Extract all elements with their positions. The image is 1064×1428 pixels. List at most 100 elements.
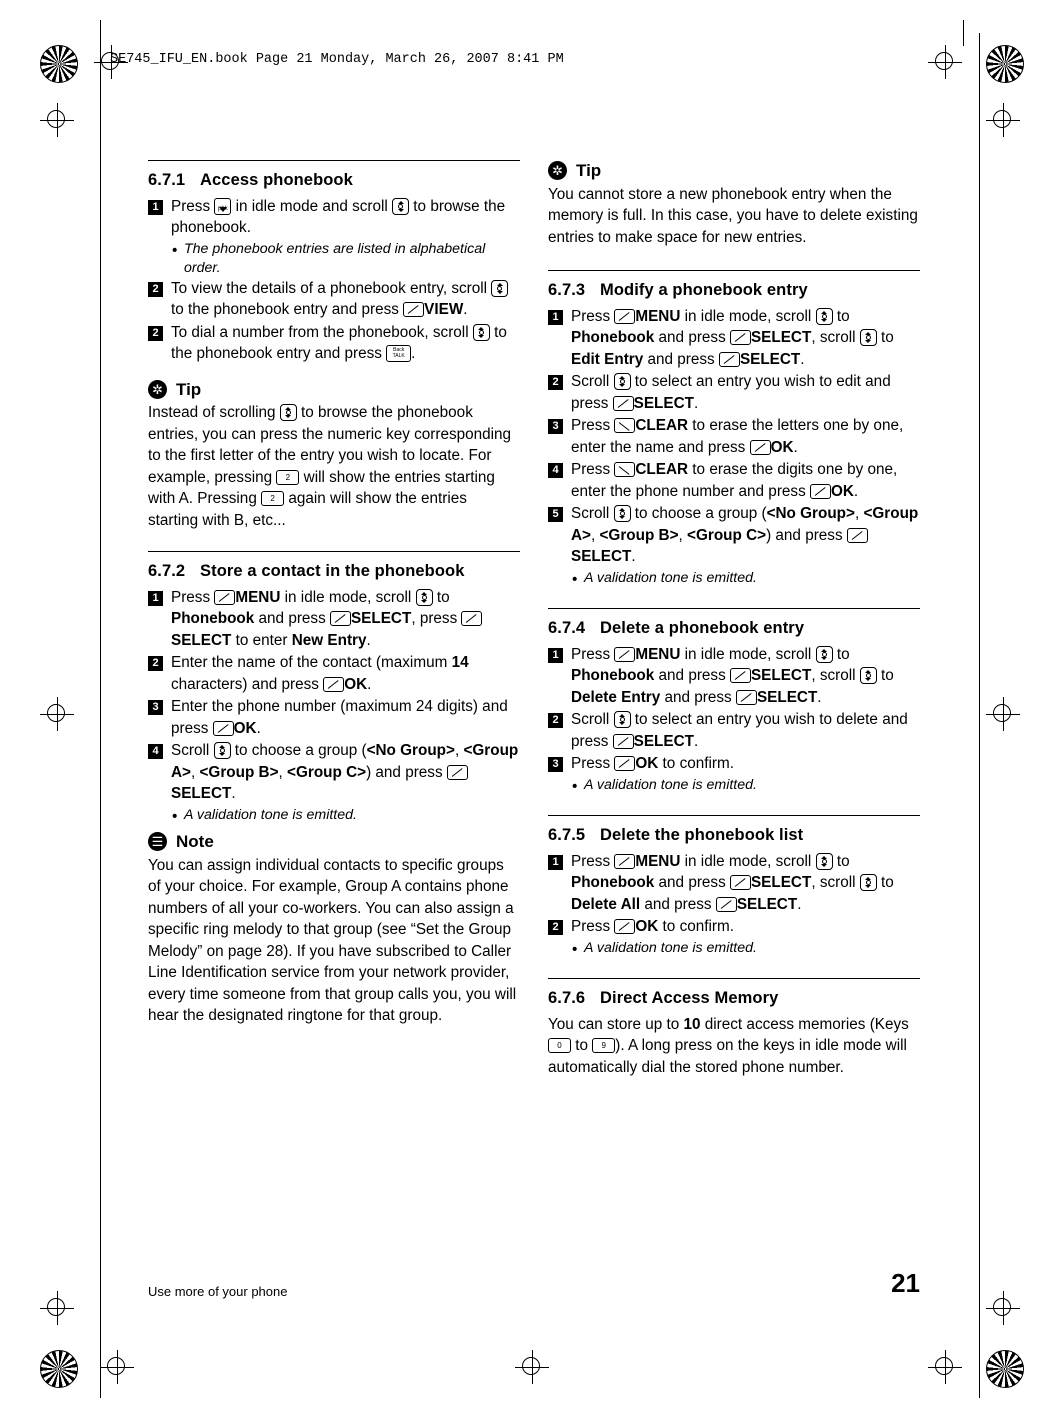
ui-label: SELECT (571, 548, 632, 565)
key-0-icon: 0 (548, 1038, 571, 1054)
note-body: You can assign individual contacts to sp… (148, 856, 517, 1025)
corner-star-bottom-left (40, 1350, 78, 1388)
ui-label: MENU (635, 307, 681, 325)
ui-label: SELECT (756, 688, 818, 706)
bullet-text: A validation tone is emitted. (584, 776, 757, 793)
step-number: 1 (548, 854, 563, 870)
ui-label: SELECT (736, 895, 798, 913)
step-bullet: • A validation tone is emitted. (572, 776, 920, 798)
ui-label: SELECT (750, 329, 812, 346)
step-number: 1 (548, 309, 563, 325)
divider-674 (548, 608, 920, 609)
step-text: Scroll to choose a group (<No Group>, <G… (571, 505, 919, 565)
step-text: Enter the phone number (maximum 24 digit… (171, 698, 508, 737)
divider-672 (148, 551, 520, 552)
softkey-left-icon (735, 689, 757, 705)
softkey-left-icon (323, 676, 345, 692)
tip-label: Tip (176, 379, 202, 399)
step-text: To dial a number from the phonebook, scr… (171, 323, 507, 363)
softkey-left-icon (329, 611, 351, 627)
nav-updown-icon (213, 742, 231, 760)
softkey-left-icon (846, 527, 868, 543)
footer-page-number: 21 (891, 1268, 920, 1298)
step-number: 1 (148, 199, 163, 215)
ui-label: <Group C> (287, 763, 367, 781)
bullet-dot: • (572, 940, 578, 958)
instruction-step: 1 Press MENU in idle mode, scroll to Phon… (548, 306, 920, 371)
step-text: Press OK to confirm. (571, 755, 734, 772)
step-number: 2 (548, 920, 563, 935)
nav-updown-icon (815, 645, 833, 663)
nav-updown-icon (279, 404, 297, 422)
softkey-left-icon (612, 733, 634, 749)
corner-star-top-right (986, 45, 1024, 83)
step-text: Press MENU in idle mode, scroll to Phone… (571, 852, 894, 913)
registration-mark-bottom-left (40, 1291, 74, 1325)
step-number: 4 (148, 744, 163, 759)
ui-label: MENU (635, 645, 681, 663)
ui-label: MENU (235, 588, 281, 606)
step-text: Press OK to confirm. (571, 918, 734, 935)
tip-icon: ✲ (148, 379, 167, 399)
nav-updown-icon (472, 323, 490, 341)
bullet-text: A validation tone is emitted. (584, 939, 757, 956)
bullet-text: A validation tone is emitted. (584, 569, 757, 586)
softkey-left-icon (614, 308, 636, 324)
ui-label: 10 (683, 1015, 701, 1033)
heading-number-673: 6.7.3 (548, 281, 586, 299)
heading-number-672: 6.7.2 (148, 562, 186, 580)
ui-label: OK (635, 755, 659, 772)
ui-label: CLEAR (635, 417, 689, 434)
talk-key-icon: Back TALK (386, 345, 412, 363)
ui-label: SELECT (633, 732, 694, 750)
corner-star-top-left (40, 45, 78, 83)
ui-label: Delete All (571, 895, 641, 913)
bullet-dot: • (172, 241, 178, 259)
nav-updown-icon (859, 667, 877, 685)
ui-label: <No Group> (766, 505, 855, 522)
instruction-step: 1 Press MENU in idle mode, scroll to Phon… (548, 851, 920, 916)
step-bullet: • A validation tone is emitted. (572, 569, 920, 591)
ui-label: <Group B> (599, 526, 679, 544)
ui-label: <Group C> (687, 526, 767, 544)
registration-mark-left (40, 103, 74, 137)
ui-label: SELECT (633, 394, 694, 412)
step-text: Scroll to select an entry you wish to de… (571, 711, 908, 750)
step-text: Press MENU in idle mode, scroll to Phone… (571, 645, 894, 706)
heading-title-674: Delete a phonebook entry (600, 619, 805, 637)
tip-2-body: You cannot store a new phonebook entry w… (548, 185, 918, 246)
instruction-step: 2 To dial a number from the phonebook, sc… (148, 322, 520, 365)
instruction-step: 3 Press CLEAR to erase the letters one by… (548, 415, 920, 458)
heading-6-7-3: 6.7.3 Modify a phonebook entry (548, 280, 920, 302)
ui-label: OK (635, 918, 659, 935)
ui-label: SELECT (171, 631, 232, 649)
step-number: 1 (148, 590, 163, 606)
ui-label: Delete Entry (571, 688, 661, 706)
step-text: Press MENU in idle mode, scroll to Phone… (171, 587, 520, 652)
softkey-left-icon (614, 756, 636, 772)
ui-label: SELECT (750, 667, 812, 684)
softkey-left-icon (214, 589, 236, 605)
instruction-step: 3 Press OK to confirm. (548, 753, 920, 775)
step-bullet: • A validation tone is emitted. (572, 939, 920, 961)
nav-updown-icon (613, 505, 631, 523)
step-text: Scroll to choose a group (<No Group>, <G… (171, 742, 519, 802)
heading-title-676: Direct Access Memory (600, 989, 779, 1007)
instruction-step: 4 Press CLEAR to erase the digits one by … (548, 459, 920, 502)
nav-updown-icon (392, 197, 410, 215)
step-number: 2 (148, 325, 163, 341)
nav-updown-icon (415, 588, 433, 606)
instruction-step: 1 Press MENU in idle mode, scroll to Phon… (148, 587, 520, 652)
softkey-left-icon (403, 302, 425, 318)
steps-673: 1 Press MENU in idle mode, scroll to Phon… (548, 306, 920, 591)
tip-block-2-header: ✲ Tip (548, 160, 920, 182)
heading-6-7-2: 6.7.2 Store a contact in the phonebook (148, 561, 520, 583)
softkey-left-icon (612, 395, 634, 411)
ui-label: Phonebook (571, 874, 655, 891)
softkey-left-icon (614, 646, 636, 662)
softkey-left-icon (718, 351, 740, 367)
instruction-step: 2 Scroll to select an entry you wish to e… (548, 371, 920, 414)
softkey-right-icon (614, 462, 636, 478)
steps-674: 1 Press MENU in idle mode, scroll to Phon… (548, 644, 920, 798)
softkey-left-icon (729, 330, 751, 346)
